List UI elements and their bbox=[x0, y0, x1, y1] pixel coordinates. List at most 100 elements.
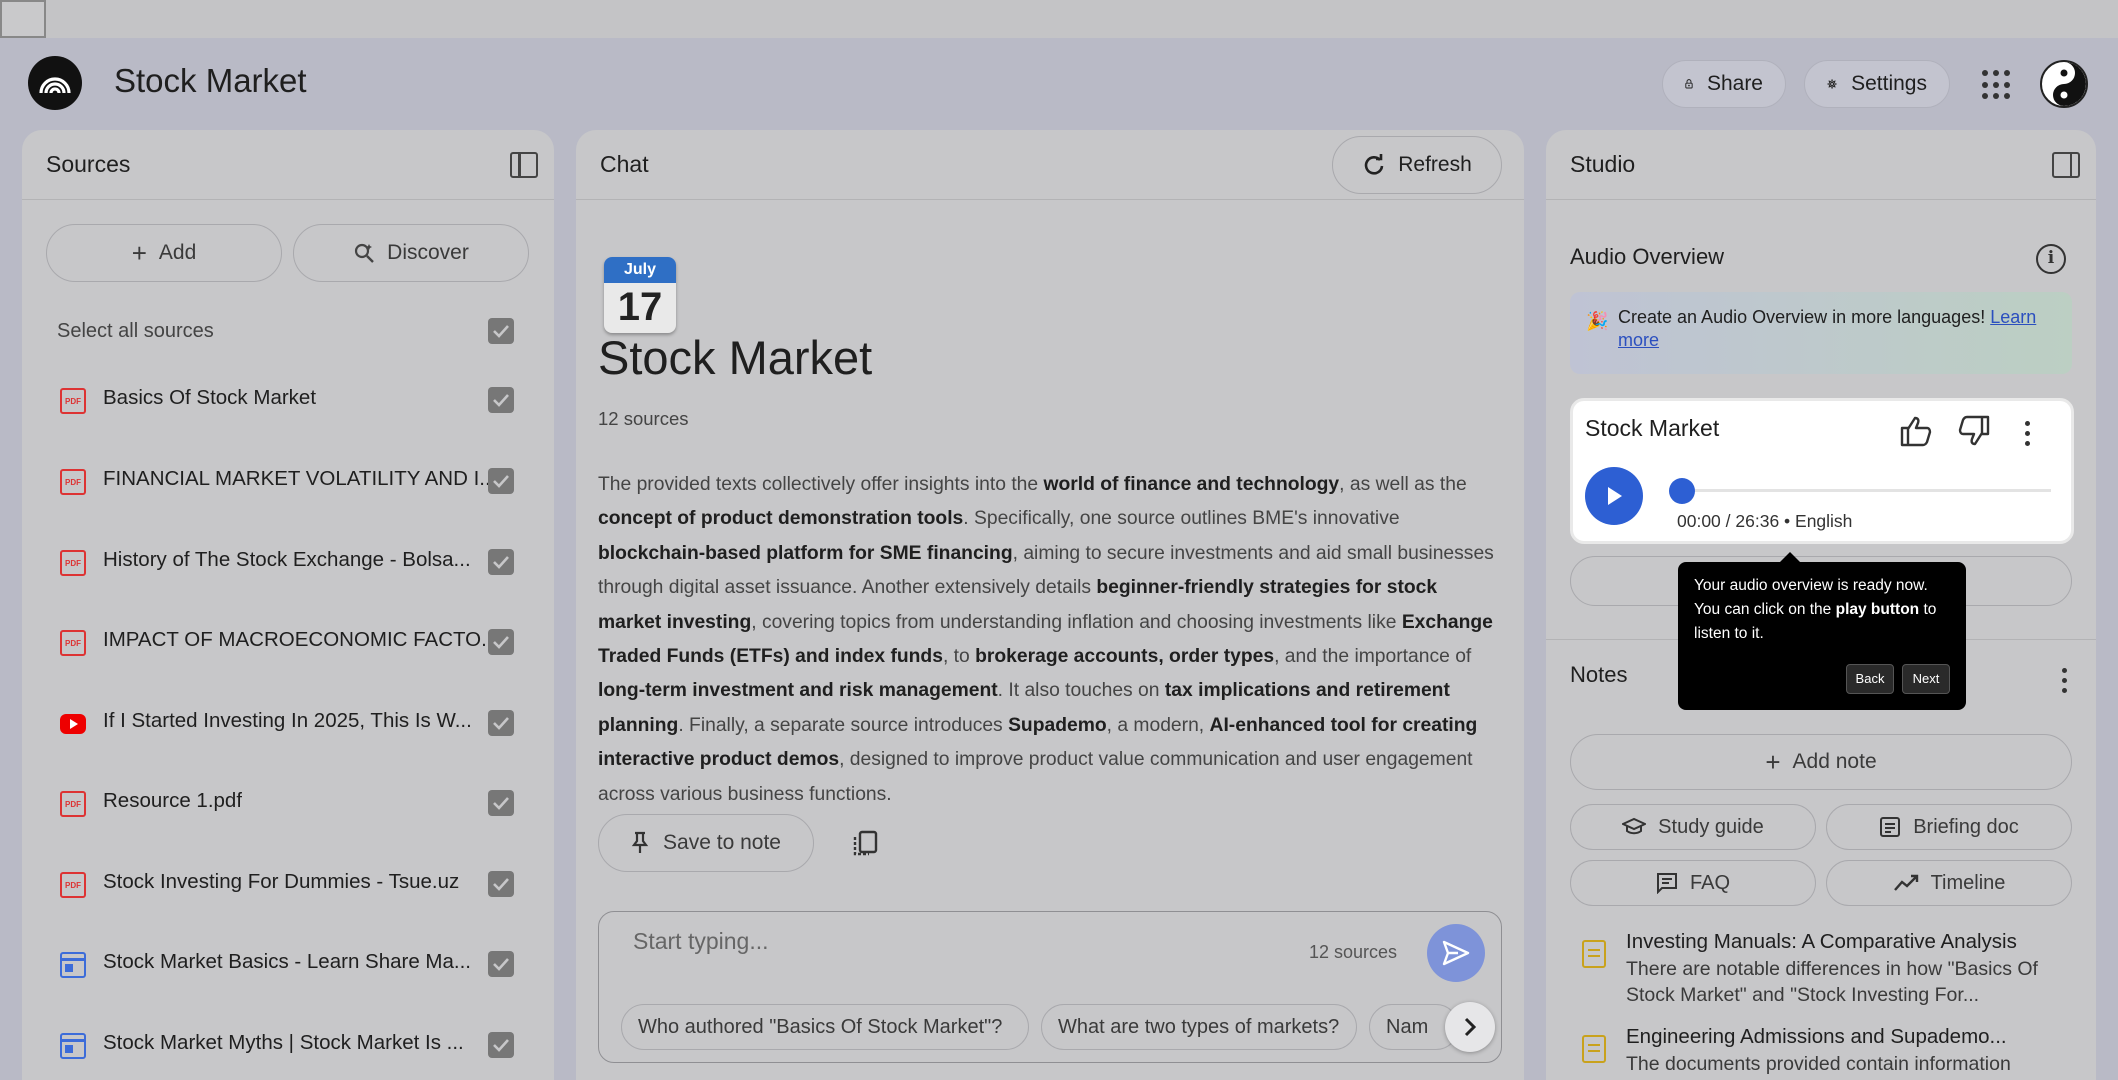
timeline-label: Timeline bbox=[1930, 871, 2006, 894]
faq-button[interactable]: FAQ bbox=[1570, 860, 1816, 906]
note-body: There are notable differences in how "Ba… bbox=[1626, 958, 2038, 1006]
source-item[interactable]: PDF Resource 1.pdf bbox=[22, 773, 554, 833]
pdf-icon: PDF bbox=[60, 550, 86, 576]
source-checkbox[interactable] bbox=[488, 629, 514, 655]
discover-search-icon bbox=[355, 243, 375, 263]
source-item[interactable]: If I Started Investing In 2025, This Is … bbox=[22, 693, 554, 753]
study-guide-button[interactable]: Study guide bbox=[1570, 804, 1816, 850]
source-checkbox[interactable] bbox=[488, 871, 514, 897]
notes-label: Notes bbox=[1570, 662, 1628, 687]
source-item[interactable]: PDF Stock Investing For Dummies - Tsue.u… bbox=[22, 854, 554, 914]
info-icon[interactable]: i bbox=[2036, 244, 2066, 274]
more-vert-icon[interactable] bbox=[2025, 421, 2031, 446]
source-checkbox[interactable] bbox=[488, 790, 514, 816]
source-label: Stock Market Myths | Stock Market Is ... bbox=[103, 1031, 464, 1054]
audio-progress-knob[interactable] bbox=[1669, 478, 1695, 504]
window-corner-box bbox=[0, 0, 46, 38]
timeline-button[interactable]: Timeline bbox=[1826, 860, 2072, 906]
discover-label: Discover bbox=[387, 241, 469, 264]
note-item[interactable]: Engineering Admissions and Supademo... T… bbox=[1570, 1025, 2070, 1080]
source-item[interactable]: Stock Market Myths | Stock Market Is ... bbox=[22, 1015, 554, 1075]
select-all-label: Select all sources bbox=[57, 320, 214, 342]
check-icon bbox=[493, 878, 509, 891]
thumbs-down-icon[interactable] bbox=[1957, 415, 1991, 447]
source-count: 12 sources bbox=[598, 408, 689, 429]
source-checkbox[interactable] bbox=[488, 1032, 514, 1058]
avatar[interactable] bbox=[2040, 60, 2088, 108]
notes-more-vert-icon[interactable] bbox=[2062, 668, 2068, 693]
note-title: Investing Manuals: A Comparative Analysi… bbox=[1626, 930, 2017, 953]
source-label: If I Started Investing In 2025, This Is … bbox=[103, 709, 472, 732]
studio-header: Studio bbox=[1546, 130, 2096, 200]
source-item[interactable]: Stock Market Basics - Learn Share Ma... bbox=[22, 934, 554, 994]
source-checkbox[interactable] bbox=[488, 468, 514, 494]
share-button[interactable]: Share bbox=[1662, 60, 1786, 108]
source-label: FINANCIAL MARKET VOLATILITY AND I... bbox=[103, 467, 495, 490]
discover-button[interactable]: Discover bbox=[293, 224, 529, 282]
faq-icon bbox=[1656, 873, 1677, 894]
notebooklm-logo-icon[interactable] bbox=[28, 56, 82, 110]
source-item[interactable]: PDF FINANCIAL MARKET VOLATILITY AND I... bbox=[22, 451, 554, 511]
pdf-icon: PDF bbox=[60, 791, 86, 817]
chat-input-placeholder[interactable]: Start typing... bbox=[633, 928, 769, 955]
source-checkbox[interactable] bbox=[488, 549, 514, 575]
source-checkbox[interactable] bbox=[488, 387, 514, 413]
banner-text: Create an Audio Overview in more languag… bbox=[1618, 307, 1991, 327]
languages-banner: 🎉 Create an Audio Overview in more langu… bbox=[1570, 292, 2072, 374]
play-button[interactable] bbox=[1585, 467, 1643, 525]
apps-grid-icon[interactable] bbox=[1982, 70, 2012, 100]
graduation-cap-icon bbox=[1622, 817, 1647, 835]
collapse-panel-icon[interactable] bbox=[2052, 152, 2080, 178]
notebook-summary: The provided texts collectively offer in… bbox=[598, 474, 1494, 805]
settings-button[interactable]: Settings bbox=[1804, 60, 1950, 108]
briefing-doc-button[interactable]: Briefing doc bbox=[1826, 804, 2072, 850]
play-icon bbox=[1608, 487, 1622, 505]
audio-ready-tooltip: Your audio overview is ready now. You ca… bbox=[1678, 552, 1966, 710]
source-checkbox[interactable] bbox=[488, 710, 514, 736]
chat-composer[interactable]: Start typing... 12 sources Who authored … bbox=[598, 911, 1502, 1063]
note-item[interactable]: Investing Manuals: A Comparative Analysi… bbox=[1570, 930, 2070, 1010]
refresh-button[interactable]: Refresh bbox=[1332, 136, 1502, 194]
source-checkbox[interactable] bbox=[488, 951, 514, 977]
save-to-note-button[interactable]: Save to note bbox=[598, 814, 814, 872]
suggestion-chip[interactable]: Who authored "Basics Of Stock Market"? bbox=[621, 1004, 1029, 1050]
chevron-right-icon[interactable] bbox=[1445, 1002, 1495, 1052]
note-title: Engineering Admissions and Supademo... bbox=[1626, 1025, 2007, 1048]
browser-top-strip bbox=[0, 0, 2118, 38]
check-icon bbox=[493, 1039, 509, 1052]
thumbs-up-icon[interactable] bbox=[1899, 415, 1933, 447]
studio-title: Studio bbox=[1570, 151, 1636, 177]
collapse-panel-icon[interactable] bbox=[510, 152, 538, 178]
briefing-doc-label: Briefing doc bbox=[1913, 815, 2019, 838]
check-icon bbox=[493, 636, 509, 649]
check-icon bbox=[493, 797, 509, 810]
chat-panel: Chat Refresh July 17 Stock Market 12 sou… bbox=[576, 130, 1524, 1080]
source-item[interactable]: PDF History of The Stock Exchange - Bols… bbox=[22, 532, 554, 592]
calendar-month: July bbox=[604, 257, 676, 283]
audio-overview-card: Stock Market 00:00 / 26:36 • English bbox=[1570, 398, 2074, 544]
select-all-checkbox[interactable] bbox=[488, 318, 514, 344]
add-label: Add bbox=[158, 241, 197, 264]
copy-icon[interactable] bbox=[852, 830, 878, 858]
pin-icon bbox=[631, 831, 649, 853]
audio-progress-track[interactable] bbox=[1671, 489, 2051, 492]
suggestion-chip[interactable]: What are two types of markets? bbox=[1041, 1004, 1357, 1050]
add-source-button[interactable]: + Add bbox=[46, 224, 282, 282]
check-icon bbox=[493, 325, 509, 338]
gear-icon bbox=[1827, 79, 1837, 89]
plus-icon: + bbox=[1765, 746, 1781, 777]
refresh-icon bbox=[1365, 154, 1384, 175]
source-item[interactable]: PDF IMPACT OF MACROECONOMIC FACTO... bbox=[22, 612, 554, 672]
add-note-button[interactable]: + Add note bbox=[1570, 734, 2072, 790]
send-button[interactable] bbox=[1427, 924, 1485, 982]
tooltip-back-button[interactable]: Back bbox=[1846, 664, 1894, 694]
briefing-doc-icon bbox=[1880, 817, 1901, 837]
faq-label: FAQ bbox=[1689, 871, 1730, 894]
source-item[interactable]: PDF Basics Of Stock Market bbox=[22, 370, 554, 430]
tooltip-next-button[interactable]: Next bbox=[1902, 664, 1950, 694]
youtube-icon bbox=[60, 714, 86, 734]
refresh-label: Refresh bbox=[1398, 153, 1472, 176]
source-label: Stock Investing For Dummies - Tsue.uz bbox=[103, 870, 460, 893]
share-label: Share bbox=[1706, 72, 1763, 95]
pdf-icon: PDF bbox=[60, 630, 86, 656]
